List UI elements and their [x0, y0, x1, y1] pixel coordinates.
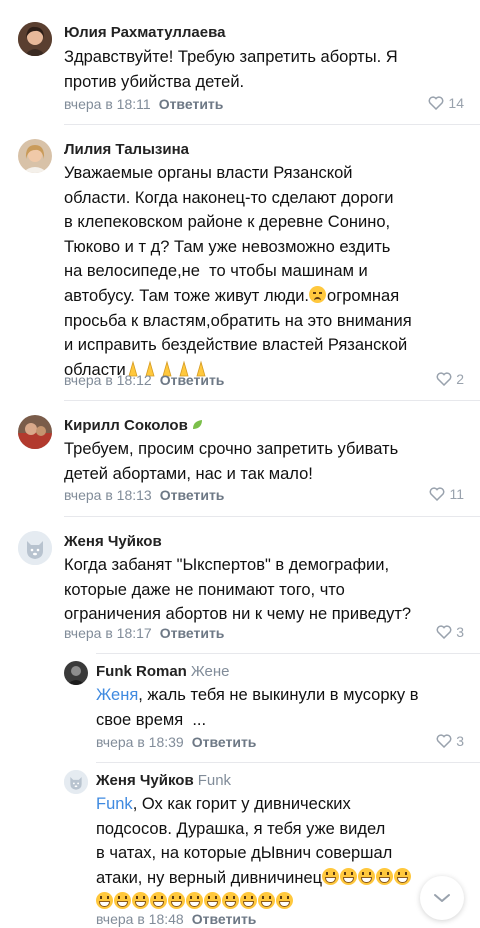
reply-button[interactable]: Ответить — [192, 734, 257, 750]
like-count: 3 — [456, 733, 464, 749]
reply-button[interactable]: Ответить — [192, 911, 257, 927]
avatar[interactable] — [18, 531, 52, 565]
scroll-down-button[interactable] — [420, 876, 464, 920]
like-count: 3 — [456, 624, 464, 640]
author-name[interactable]: Лилия Талызина — [64, 141, 189, 158]
comment-meta: вчера в 18:13 Ответить — [64, 487, 224, 503]
like-button[interactable]: 3 — [436, 733, 464, 749]
avatar[interactable] — [18, 415, 52, 449]
comment-meta: вчера в 18:17 Ответить — [64, 625, 224, 641]
like-button[interactable]: 3 — [436, 624, 464, 640]
author-name[interactable]: Женя Чуйков — [64, 533, 162, 550]
reply-button[interactable]: Ответить — [159, 96, 224, 112]
comment-text: Требуем, просим срочно запретить убивать… — [64, 440, 399, 483]
avatar[interactable] — [18, 22, 52, 56]
reply-button[interactable]: Ответить — [160, 372, 225, 388]
avatar[interactable] — [64, 661, 88, 685]
avatar[interactable] — [18, 139, 52, 173]
timestamp: вчера в 18:13 — [64, 487, 152, 503]
heart-icon — [436, 734, 452, 748]
like-button[interactable]: 14 — [428, 95, 464, 111]
heart-icon — [428, 96, 444, 110]
timestamp: вчера в 18:12 — [64, 372, 152, 388]
chevron-down-icon — [434, 894, 450, 902]
heart-icon — [436, 372, 452, 386]
like-button[interactable]: 2 — [436, 371, 464, 387]
dog-avatar-icon — [18, 531, 52, 565]
divider — [64, 516, 480, 517]
comment-text: Женя, жаль тебя не выкинули в мусорку в … — [96, 686, 419, 729]
comment-meta: вчера в 18:39 Ответить — [96, 734, 256, 750]
reply-button[interactable]: Ответить — [160, 625, 225, 641]
divider — [64, 124, 480, 125]
avatar[interactable] — [64, 770, 88, 794]
mention-link[interactable]: Женя — [96, 686, 138, 704]
grin-emoji-row-1 — [322, 867, 412, 887]
dog-avatar-icon — [64, 770, 88, 794]
timestamp: вчера в 18:11 — [64, 96, 151, 112]
comment-text: Funk, Ох как горит у дивнических подсосо… — [96, 792, 412, 915]
comment-text: Уважаемые органы власти Рязанской област… — [64, 164, 412, 379]
divider — [96, 653, 480, 654]
heart-icon — [436, 625, 452, 639]
grin-emoji-row-2 — [96, 892, 294, 911]
reply-to-label[interactable]: Жене — [191, 663, 230, 680]
like-count: 11 — [449, 486, 464, 502]
author-name[interactable]: Кирилл Соколов — [64, 417, 203, 434]
reply-to-label[interactable]: Funk — [198, 772, 231, 789]
comment-text: Когда забанят "Ыкспертов" в демографии, … — [64, 556, 412, 624]
author-name[interactable]: Женя Чуйков Funk — [96, 772, 231, 789]
like-count: 14 — [448, 95, 464, 111]
timestamp: вчера в 18:17 — [64, 625, 152, 641]
divider — [64, 400, 480, 401]
comment-meta: вчера в 18:48 Ответить — [96, 911, 256, 927]
like-count: 2 — [456, 371, 464, 387]
comment-meta: вчера в 18:11 Ответить — [64, 96, 223, 112]
mention-link[interactable]: Funk — [96, 795, 133, 813]
timestamp: вчера в 18:39 — [96, 734, 184, 750]
leaf-badge-icon — [192, 420, 202, 429]
comment-meta: вчера в 18:12 Ответить — [64, 372, 224, 388]
heart-icon — [430, 487, 445, 501]
author-name[interactable]: Funk Roman Жене — [96, 663, 229, 680]
divider — [96, 762, 480, 763]
comment-text: Здравствуйте! Требую запретить аборты. Я… — [64, 48, 398, 91]
timestamp: вчера в 18:48 — [96, 911, 184, 927]
reply-button[interactable]: Ответить — [160, 487, 225, 503]
like-button[interactable]: 11 — [429, 486, 464, 502]
sad-face-emoji — [309, 285, 327, 303]
author-name[interactable]: Юлия Рахматуллаева — [64, 24, 225, 41]
